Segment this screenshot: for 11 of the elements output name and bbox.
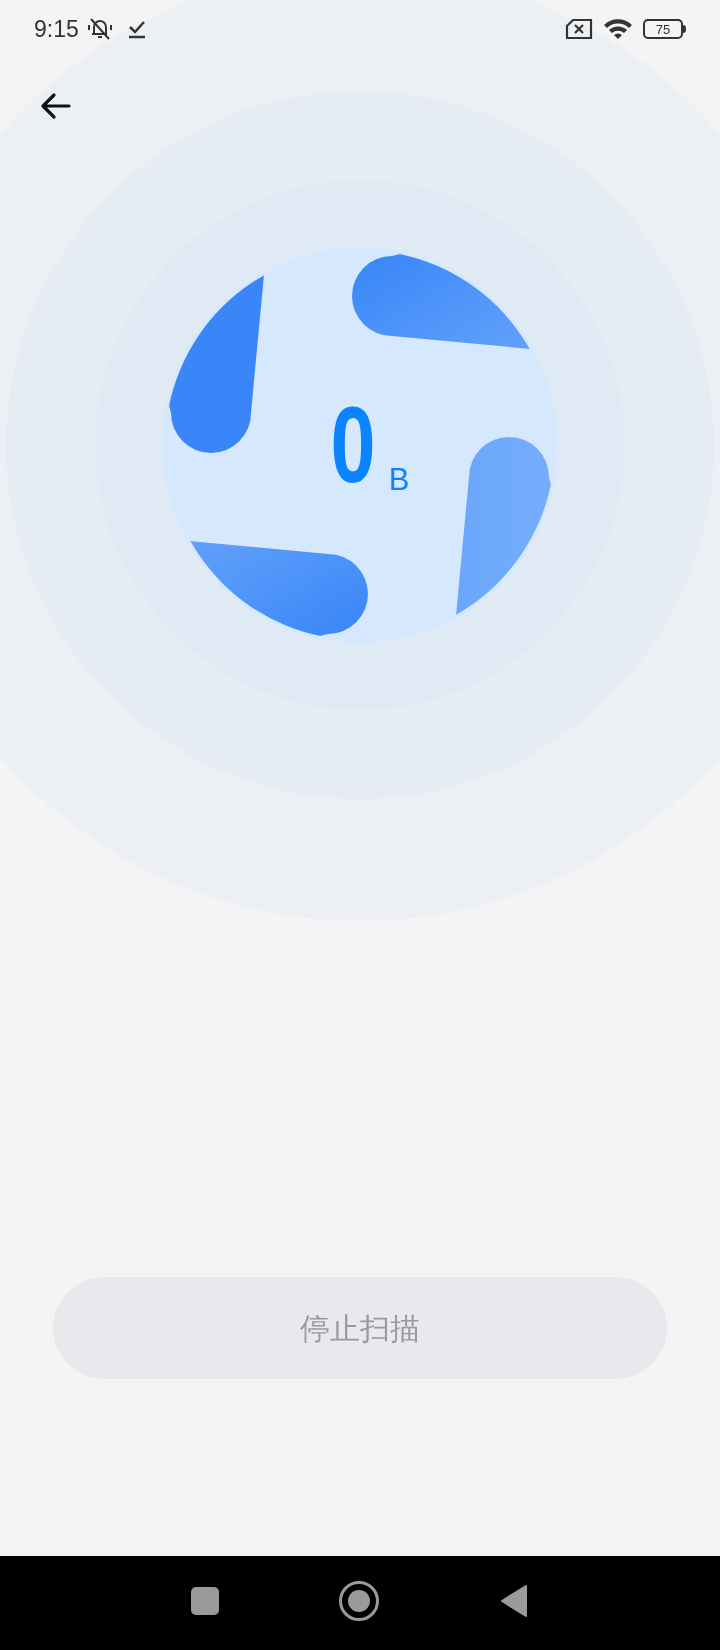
battery-indicator: 75 bbox=[643, 19, 686, 39]
recent-apps-button[interactable] bbox=[191, 1587, 219, 1615]
stop-scan-button[interactable]: 停止扫描 bbox=[53, 1277, 667, 1379]
muted-bell-icon bbox=[86, 17, 113, 41]
scanned-size-unit: B bbox=[388, 464, 410, 495]
status-time: 9:15 bbox=[34, 14, 79, 44]
back-nav-button[interactable] bbox=[499, 1584, 529, 1618]
wifi-icon bbox=[603, 18, 633, 40]
scanned-size-value: 0 bbox=[330, 391, 376, 499]
home-button[interactable] bbox=[339, 1581, 379, 1621]
no-sim-icon bbox=[565, 18, 593, 40]
